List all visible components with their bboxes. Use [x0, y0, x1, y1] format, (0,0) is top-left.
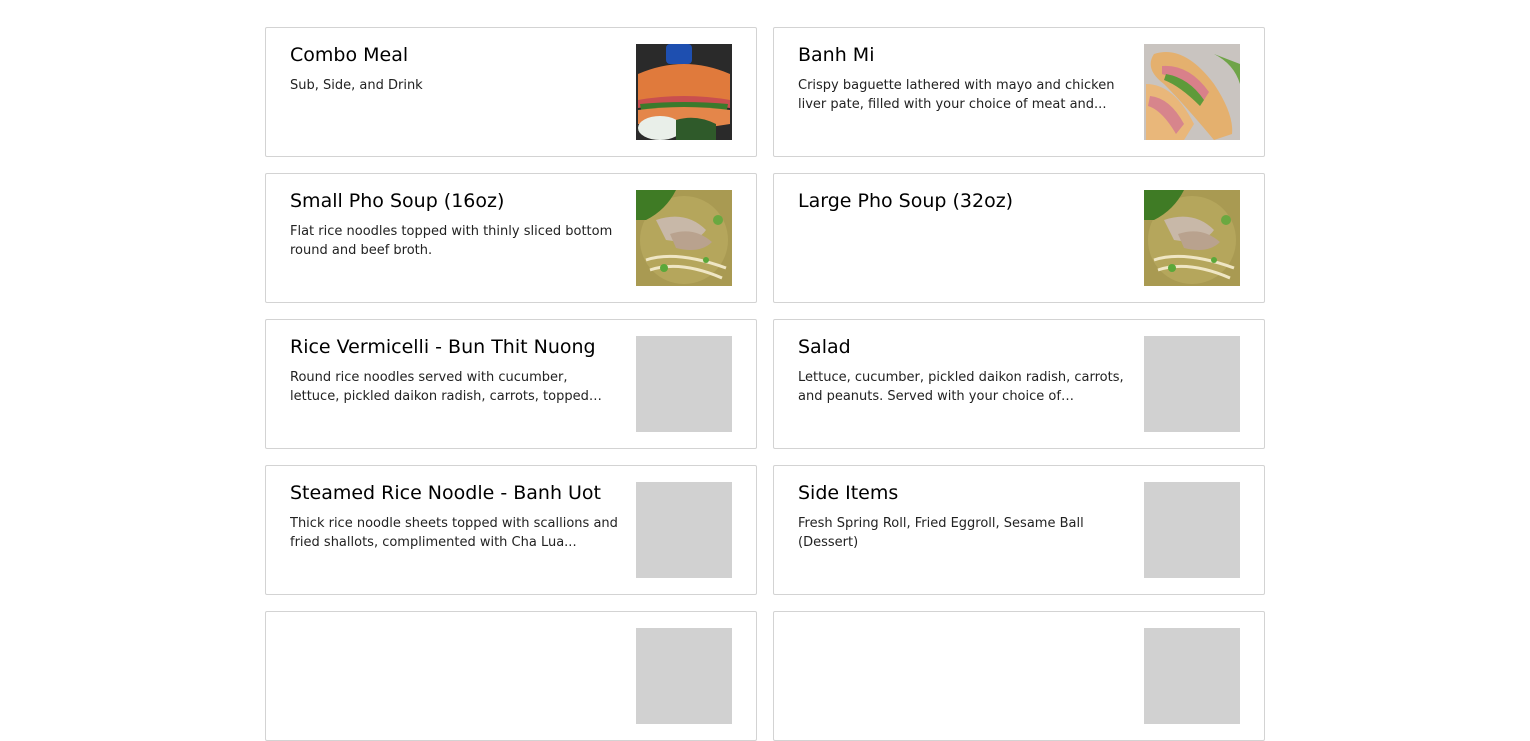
menu-item-image: [636, 44, 732, 140]
menu-item-text: Rice Vermicelli - Bun Thit Nuong Round r…: [290, 336, 620, 406]
menu-item-card[interactable]: Rice Vermicelli - Bun Thit Nuong Round r…: [265, 319, 757, 449]
menu-item-text: Steamed Rice Noodle - Banh Uot Thick ric…: [290, 482, 620, 552]
menu-item-description: Flat rice noodles topped with thinly sli…: [290, 224, 613, 258]
menu-item-title: Small Pho Soup (16oz): [290, 190, 505, 212]
image-placeholder: [636, 628, 732, 724]
menu-item-description: Lettuce, cucumber, pickled daikon radish…: [798, 370, 1124, 404]
menu-item-description: Fresh Spring Roll, Fried Eggroll, Sesame…: [798, 516, 1084, 550]
menu-item-title: Large Pho Soup (32oz): [798, 190, 1014, 212]
image-placeholder: [636, 336, 732, 432]
menu-item-description: Round rice noodles served with cucumber,…: [290, 370, 589, 404]
menu-item-card[interactable]: Large Pho Soup (32oz): [773, 173, 1265, 303]
image-placeholder: [1144, 482, 1240, 578]
menu-item-text: Salad Lettuce, cucumber, pickled daikon …: [798, 336, 1128, 406]
menu-item-card[interactable]: Side Items Fresh Spring Roll, Fried Eggr…: [773, 465, 1265, 595]
menu-item-text: Large Pho Soup (32oz): [798, 190, 1128, 222]
menu-item-image: [636, 190, 732, 286]
menu-item-title: Salad: [798, 336, 851, 358]
menu-item-text: Combo Meal Sub, Side, and Drink: [290, 44, 620, 95]
menu-item-title: Combo Meal: [290, 44, 409, 66]
menu-item-card[interactable]: Salad Lettuce, cucumber, pickled daikon …: [773, 319, 1265, 449]
menu-item-card[interactable]: Small Pho Soup (16oz) Flat rice noodles …: [265, 173, 757, 303]
menu-item-text: Banh Mi Crispy baguette lathered with ma…: [798, 44, 1128, 114]
menu-item-title: Side Items: [798, 482, 899, 504]
menu-item-title: Steamed Rice Noodle - Banh Uot: [290, 482, 602, 504]
menu-item-description: Sub, Side, and Drink: [290, 78, 423, 93]
menu-item-card[interactable]: [265, 611, 757, 741]
menu-item-card[interactable]: Combo Meal Sub, Side, and Drink: [265, 27, 757, 157]
menu-item-title: Rice Vermicelli - Bun Thit Nuong: [290, 336, 596, 358]
menu-item-image: [1144, 44, 1240, 140]
menu-item-description: Crispy baguette lathered with mayo and c…: [798, 78, 1115, 112]
menu-item-text: Side Items Fresh Spring Roll, Fried Eggr…: [798, 482, 1128, 552]
menu-item-title: Banh Mi: [798, 44, 875, 66]
menu-item-image: [1144, 190, 1240, 286]
menu-item-card[interactable]: Steamed Rice Noodle - Banh Uot Thick ric…: [265, 465, 757, 595]
menu-item-grid: Combo Meal Sub, Side, and Drink Banh Mi …: [265, 27, 1265, 741]
menu-item-card[interactable]: [773, 611, 1265, 741]
menu-item-card[interactable]: Banh Mi Crispy baguette lathered with ma…: [773, 27, 1265, 157]
menu-item-text: Small Pho Soup (16oz) Flat rice noodles …: [290, 190, 620, 260]
menu-item-description: Thick rice noodle sheets topped with sca…: [290, 516, 618, 550]
image-placeholder: [1144, 336, 1240, 432]
image-placeholder: [636, 482, 732, 578]
image-placeholder: [1144, 628, 1240, 724]
